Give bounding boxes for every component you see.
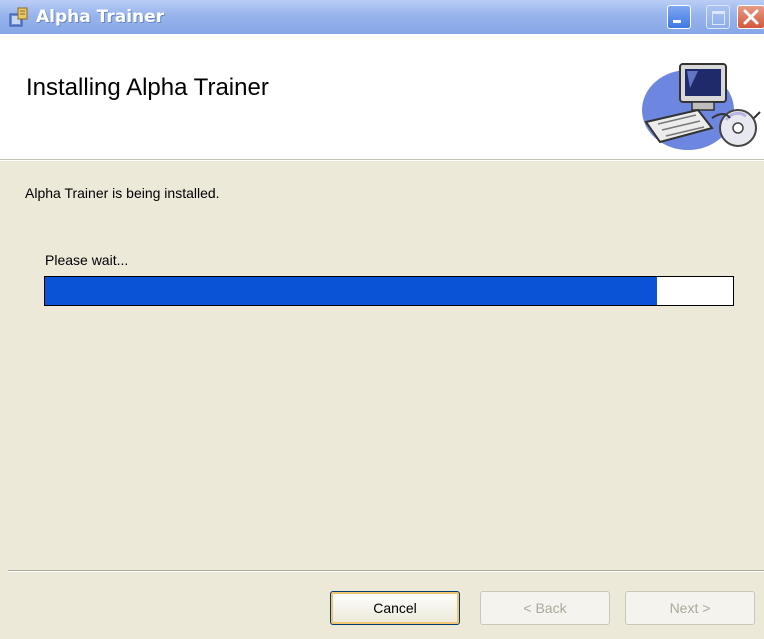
maximize-button [706,5,730,29]
cancel-button[interactable]: Cancel [330,591,460,625]
installer-app-icon [9,7,28,27]
header-divider [0,160,764,161]
header-banner: Installing Alpha Trainer [0,34,764,160]
next-button: Next > [625,591,755,625]
progress-label: Please wait... [45,252,129,268]
close-icon [743,9,759,25]
install-status-text: Alpha Trainer is being installed. [25,185,220,201]
title-bar[interactable]: Alpha Trainer [0,0,764,34]
back-button: < Back [480,591,610,625]
progress-bar [44,276,734,306]
footer-divider-highlight [8,571,764,572]
installer-window: Alpha Trainer Installing Alpha Trainer A… [0,0,764,639]
progress-fill [45,277,657,305]
computer-cd-icon [642,63,761,150]
close-button[interactable] [737,5,764,29]
window-title: Alpha Trainer [36,7,165,27]
minimize-button[interactable] [667,5,691,29]
page-title: Installing Alpha Trainer [26,74,269,101]
